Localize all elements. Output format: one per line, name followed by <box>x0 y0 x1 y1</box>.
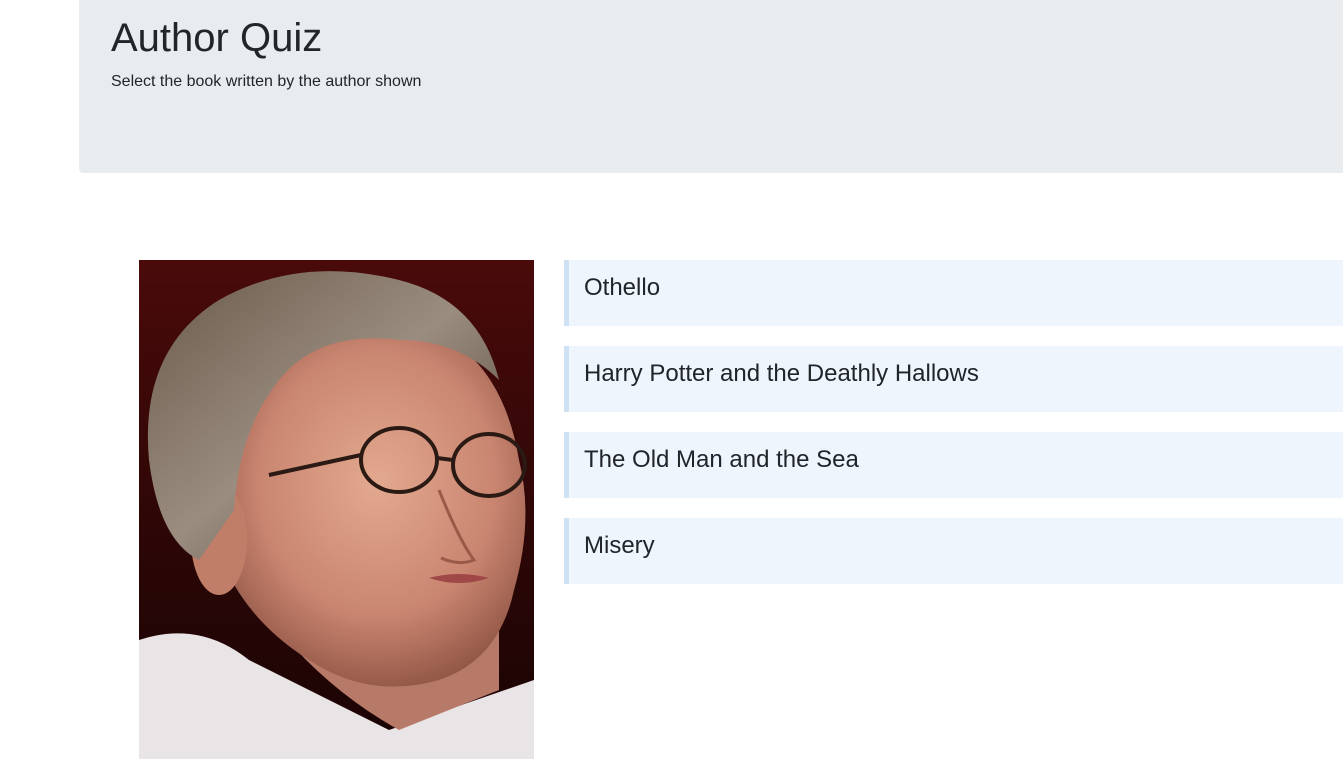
answer-option-old-man-and-the-sea[interactable]: The Old Man and the Sea <box>564 432 1343 498</box>
answer-option-othello[interactable]: Othello <box>564 260 1343 326</box>
answer-title: The Old Man and the Sea <box>584 446 859 473</box>
page-subtitle: Select the book written by the author sh… <box>111 73 422 90</box>
answer-title: Othello <box>584 274 661 301</box>
answer-list: Othello Harry Potter and the Deathly Hal… <box>564 260 1343 604</box>
author-portrait-icon <box>139 260 534 759</box>
page-title: Author Quiz <box>111 16 323 60</box>
author-image <box>139 260 534 759</box>
answer-option-misery[interactable]: Misery <box>564 518 1343 584</box>
answer-title: Harry Potter and the Deathly Hallows <box>584 360 979 387</box>
jumbotron-header: Author Quiz Select the book written by t… <box>79 0 1343 173</box>
answer-title: Misery <box>584 532 655 559</box>
answer-option-harry-potter[interactable]: Harry Potter and the Deathly Hallows <box>564 346 1343 412</box>
